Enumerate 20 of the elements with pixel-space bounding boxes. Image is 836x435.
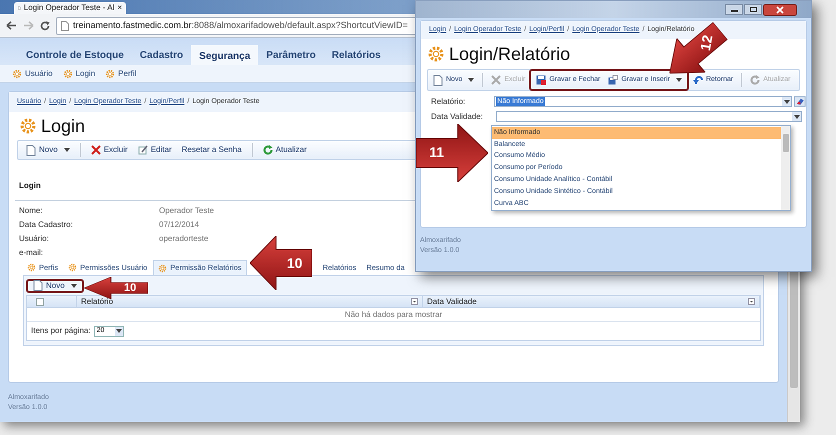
page-title: Login/Relatório <box>449 42 570 66</box>
callout-number: 12 <box>695 33 716 52</box>
field-label: e-mail: <box>19 246 44 258</box>
tab-title: Login Operador Teste - Al <box>24 2 114 14</box>
field-value: operadorteste <box>159 232 208 244</box>
url-text: treinamento.fastmedic.com.br:8088/almoxarifadoweb/default.aspx?ShortcutViewID= <box>73 18 408 32</box>
page-title: Login <box>41 114 86 138</box>
field-label: Relatório: <box>431 96 466 108</box>
paging-label: Itens por página: <box>31 325 91 337</box>
callout-number: 10 <box>124 282 136 294</box>
field-value: 07/12/2014 <box>159 218 200 230</box>
field-label: Nome: <box>19 204 44 216</box>
callout-number: 10 <box>286 254 302 272</box>
field-label: Data Validade: <box>431 110 484 122</box>
field-label: Usuário: <box>19 232 50 244</box>
callout-number: 11 <box>428 144 444 162</box>
empty-message: Não há dados para mostrar <box>344 308 442 320</box>
section-title: Login <box>18 181 41 190</box>
field-value: Operador Teste <box>159 204 214 216</box>
field-label: Data Cadastro: <box>19 218 74 230</box>
